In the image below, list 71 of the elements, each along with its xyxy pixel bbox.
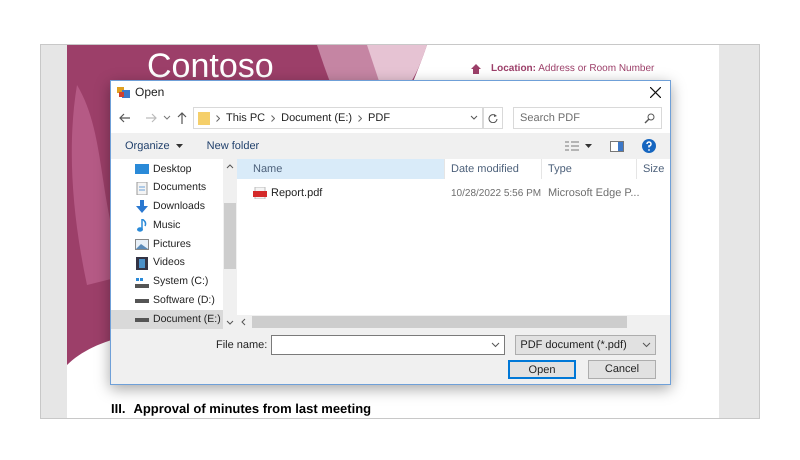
search-field[interactable]: Search PDF — [513, 107, 662, 129]
music-note-icon — [135, 219, 149, 232]
close-icon — [650, 86, 660, 98]
caret-icon — [176, 144, 183, 148]
search-icon — [644, 112, 655, 124]
dialog-button[interactable]: Cancel — [588, 360, 656, 379]
up-icon[interactable] — [177, 112, 187, 124]
drive-icon — [135, 298, 149, 303]
address-bar[interactable]: This PC Document (E:) PDF — [193, 107, 483, 129]
column-header[interactable]: Name — [237, 159, 445, 179]
nav-item[interactable]: Software (D:) — [111, 291, 223, 310]
drive-icon — [135, 318, 149, 322]
help-icon[interactable] — [642, 139, 656, 153]
back-icon[interactable] — [119, 113, 131, 123]
app-icon — [117, 86, 130, 98]
dropdown-icon — [491, 342, 500, 348]
preview-pane-icon[interactable] — [610, 140, 624, 152]
section-heading: Approval of minutes from last meeting — [133, 400, 372, 418]
refresh-icon — [488, 113, 498, 123]
file-name-field[interactable] — [271, 335, 506, 355]
nav-item[interactable]: Downloads — [111, 198, 223, 216]
toolbar-button[interactable]: New folder — [206, 138, 260, 154]
file-date: 10/28/2022 5:56 PM — [450, 186, 542, 200]
document-icon — [135, 182, 149, 195]
caret-icon — [585, 144, 592, 148]
pdf-file-icon — [253, 187, 267, 199]
caret-icon[interactable] — [163, 115, 171, 121]
meta-text: Location: Address or Room Number — [491, 62, 654, 76]
dialog-button[interactable]: Open — [508, 360, 576, 379]
nav-item[interactable]: Document (E:) — [111, 310, 223, 330]
chevron-icon — [216, 114, 220, 122]
desktop-icon — [135, 162, 149, 176]
breadcrumb-item[interactable]: This PC — [226, 110, 266, 126]
file-type-dropdown[interactable]: PDF document (*.pdf) — [515, 335, 656, 355]
scroll-down-icon[interactable] — [226, 320, 234, 325]
nav-item[interactable]: Music — [111, 216, 223, 236]
refresh-button[interactable] — [483, 107, 503, 129]
dropdown-icon — [642, 342, 651, 348]
picture-icon — [135, 238, 149, 252]
nav-item[interactable]: System (C:) — [111, 272, 223, 292]
breadcrumb-item[interactable]: PDF — [368, 110, 390, 126]
view-options-button[interactable] — [565, 141, 592, 151]
column-header[interactable]: Type — [542, 159, 637, 179]
column-header[interactable]: Size — [637, 159, 670, 179]
chevron-icon — [358, 114, 362, 122]
file-type: Microsoft Edge P... — [547, 186, 637, 201]
scroll-left-icon[interactable] — [241, 318, 246, 326]
file-name-label: File name: — [216, 338, 268, 353]
download-icon — [135, 200, 149, 214]
breadcrumb-item[interactable]: Document (E:) — [281, 110, 352, 126]
nav-item[interactable]: Desktop — [111, 160, 223, 179]
film-icon — [135, 256, 149, 270]
nav-item[interactable]: Videos — [111, 254, 223, 273]
file-name[interactable]: Report.pdf — [237, 184, 445, 202]
horizontal-scrollbar[interactable] — [237, 315, 670, 329]
home-icon — [471, 64, 481, 74]
logo-text: Contoso — [147, 49, 274, 83]
list-view-icon — [565, 141, 579, 151]
toolbar-button[interactable]: Organize — [125, 138, 183, 154]
scroll-up-icon[interactable] — [226, 164, 234, 169]
dropdown-icon[interactable] — [470, 115, 478, 121]
dialog-title: Open — [135, 84, 164, 101]
chevron-icon — [271, 114, 276, 122]
heading-number: III. — [111, 400, 126, 418]
folder-icon — [198, 111, 210, 125]
drive-icon — [135, 276, 149, 289]
scrollbar-thumb[interactable] — [252, 316, 627, 328]
nav-item[interactable]: Documents — [111, 178, 223, 198]
column-header[interactable]: Date modified — [445, 159, 542, 179]
scrollbar-thumb[interactable] — [224, 203, 236, 269]
nav-item[interactable]: Pictures — [111, 235, 223, 254]
